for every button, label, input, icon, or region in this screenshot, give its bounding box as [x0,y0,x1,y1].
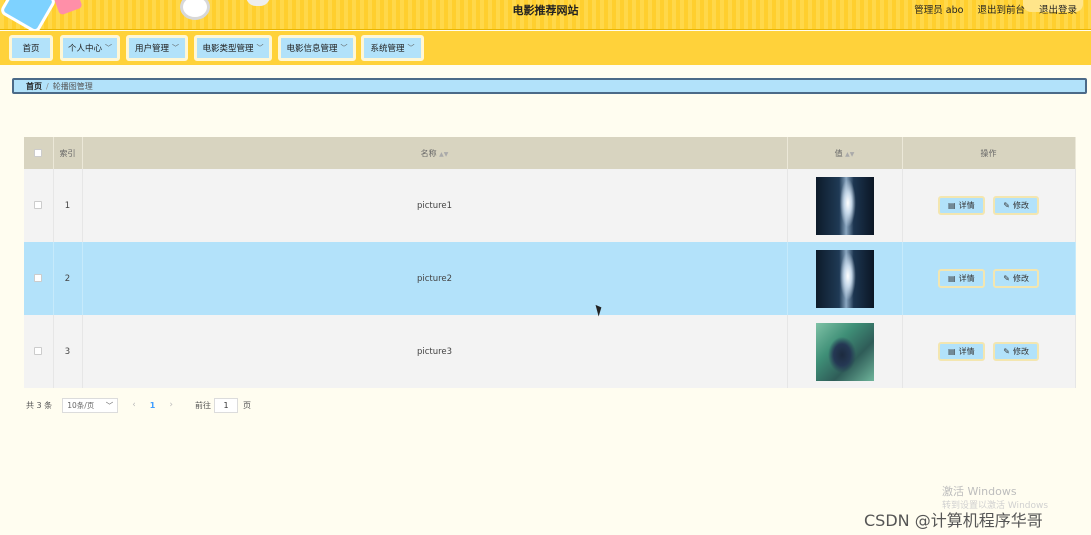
page-size-value: 10条/页 [67,400,95,410]
table-row[interactable]: 3 picture3 ▤ 详情 ✎ 修改 [24,315,1076,388]
row-actions: ▤ 详情 ✎ 修改 [902,315,1076,388]
detail-icon: ▤ [948,274,956,283]
carousel-table: 索引 名称 ▲▼ 值 ▲▼ 操作 1 picture1 ▤ 详情 ✎ 修改 2 … [24,137,1076,388]
nav-item-personal-center[interactable]: 个人中心 ﹀ [60,35,120,61]
chevron-down-icon: ﹀ [105,400,114,410]
breadcrumb-separator: / [46,81,49,91]
windows-activation-watermark: 激活 Windows [942,485,1017,498]
row-index: 1 [53,169,83,242]
row-name: picture2 [82,242,788,315]
sort-icon[interactable]: ▲▼ [845,151,854,158]
row-checkbox[interactable] [34,201,43,209]
carousel-thumbnail[interactable] [815,249,874,308]
row-image-cell [787,169,903,242]
breadcrumb: 首页 / 轮播图管理 [12,78,1087,94]
nav-item-label: 首页 [22,44,40,54]
nav-item-label: 系统管理 [370,44,405,54]
page-number[interactable]: 1 [150,401,156,410]
header-value-label: 值 [834,148,843,158]
row-checkbox[interactable] [34,274,43,282]
header-name-label: 名称 [420,148,437,158]
header-actions: 操作 [902,137,1076,169]
user-area: 管理员 abo 退出到前台 退出登录 [914,2,1077,16]
logout-link[interactable]: 退出登录 [1039,2,1077,16]
goto-label: 前往 [194,400,211,410]
detail-label: 详情 [958,274,975,283]
row-name: picture1 [82,169,788,242]
chevron-down-icon: ﹀ [407,44,415,52]
row-checkbox-cell [24,242,54,315]
row-actions: ▤ 详情 ✎ 修改 [902,169,1076,242]
select-all-cell [24,137,54,169]
carousel-thumbnail[interactable] [815,322,874,381]
chevron-down-icon: ﹀ [172,44,179,52]
table-row[interactable]: 1 picture1 ▤ 详情 ✎ 修改 [24,169,1076,242]
breadcrumb-current: 轮播图管理 [52,81,93,91]
detail-button[interactable]: ▤ 详情 [938,342,985,361]
row-name: picture3 [82,315,788,388]
edit-button[interactable]: ✎ 修改 [993,196,1039,215]
edit-label: 修改 [1012,274,1029,283]
admin-label: 管理员 abo [914,5,964,16]
nav-item-home[interactable]: 首页 [9,35,53,61]
header-name[interactable]: 名称 ▲▼ [82,137,788,169]
table-header-row: 索引 名称 ▲▼ 值 ▲▼ 操作 [24,137,1076,169]
sort-icon[interactable]: ▲▼ [439,151,448,158]
edit-label: 修改 [1012,347,1029,356]
nav-item-movie-type-management[interactable]: 电影类型管理 ﹀ [194,35,272,61]
back-to-front-link[interactable]: 退出到前台 [977,2,1025,16]
detail-label: 详情 [958,347,975,356]
table-row[interactable]: 2 picture2 ▤ 详情 ✎ 修改 [24,242,1076,315]
header-actions-label: 操作 [980,148,997,158]
detail-icon: ▤ [948,201,956,210]
main-nav: 首页 个人中心 ﹀ 用户管理 ﹀ 电影类型管理 ﹀ 电影信息管理 ﹀ 系统管理 … [0,31,1091,65]
select-all-checkbox[interactable] [34,149,43,157]
nav-item-user-management[interactable]: 用户管理 ﹀ [126,35,188,61]
nav-item-label: 电影类型管理 [202,44,254,54]
row-index: 3 [53,315,83,388]
goto-page-input[interactable]: 1 [213,397,238,413]
pagination: 共 3 条 10条/页 ﹀ ‹ 1 › 前往 1 页 [26,397,251,413]
edit-icon: ✎ [1003,201,1010,210]
row-actions: ▤ 详情 ✎ 修改 [902,242,1076,315]
carousel-thumbnail[interactable] [815,176,874,235]
csdn-watermark: CSDN @计算机程序华哥 [864,511,1043,530]
nav-item-movie-info-management[interactable]: 电影信息管理 ﹀ [278,35,356,61]
header-index: 索引 [53,137,83,169]
edit-button[interactable]: ✎ 修改 [993,342,1039,361]
row-image-cell [787,315,903,388]
top-header: 电影推荐网站 管理员 abo 退出到前台 退出登录 [0,0,1091,35]
edit-icon: ✎ [1003,274,1010,283]
detail-label: 详情 [958,201,975,210]
header-index-label: 索引 [59,148,76,158]
goto-unit: 页 [242,400,251,410]
edit-button[interactable]: ✎ 修改 [993,269,1039,288]
breadcrumb-home[interactable]: 首页 [26,81,42,92]
row-image-cell [787,242,903,315]
row-checkbox-cell [24,315,54,388]
edit-label: 修改 [1012,201,1029,210]
page-size-select[interactable]: 10条/页 ﹀ [62,397,119,413]
chevron-down-icon: ﹀ [256,44,264,52]
nav-item-label: 个人中心 [67,44,102,54]
nav-item-system-management[interactable]: 系统管理 ﹀ [361,35,424,61]
chevron-down-icon: ﹀ [340,44,348,52]
row-index: 2 [53,242,83,315]
prev-page-icon[interactable]: ‹ [132,400,136,410]
edit-icon: ✎ [1003,347,1010,356]
chevron-down-icon: ﹀ [105,44,112,52]
nav-item-label: 用户管理 [134,44,169,54]
detail-button[interactable]: ▤ 详情 [938,269,985,288]
detail-button[interactable]: ▤ 详情 [938,196,985,215]
pagination-total: 共 3 条 [26,400,53,410]
nav-item-label: 电影信息管理 [286,44,338,54]
row-checkbox[interactable] [34,347,43,355]
next-page-icon[interactable]: › [169,400,173,410]
row-checkbox-cell [24,169,54,242]
detail-icon: ▤ [948,347,956,356]
header-value[interactable]: 值 ▲▼ [787,137,903,169]
